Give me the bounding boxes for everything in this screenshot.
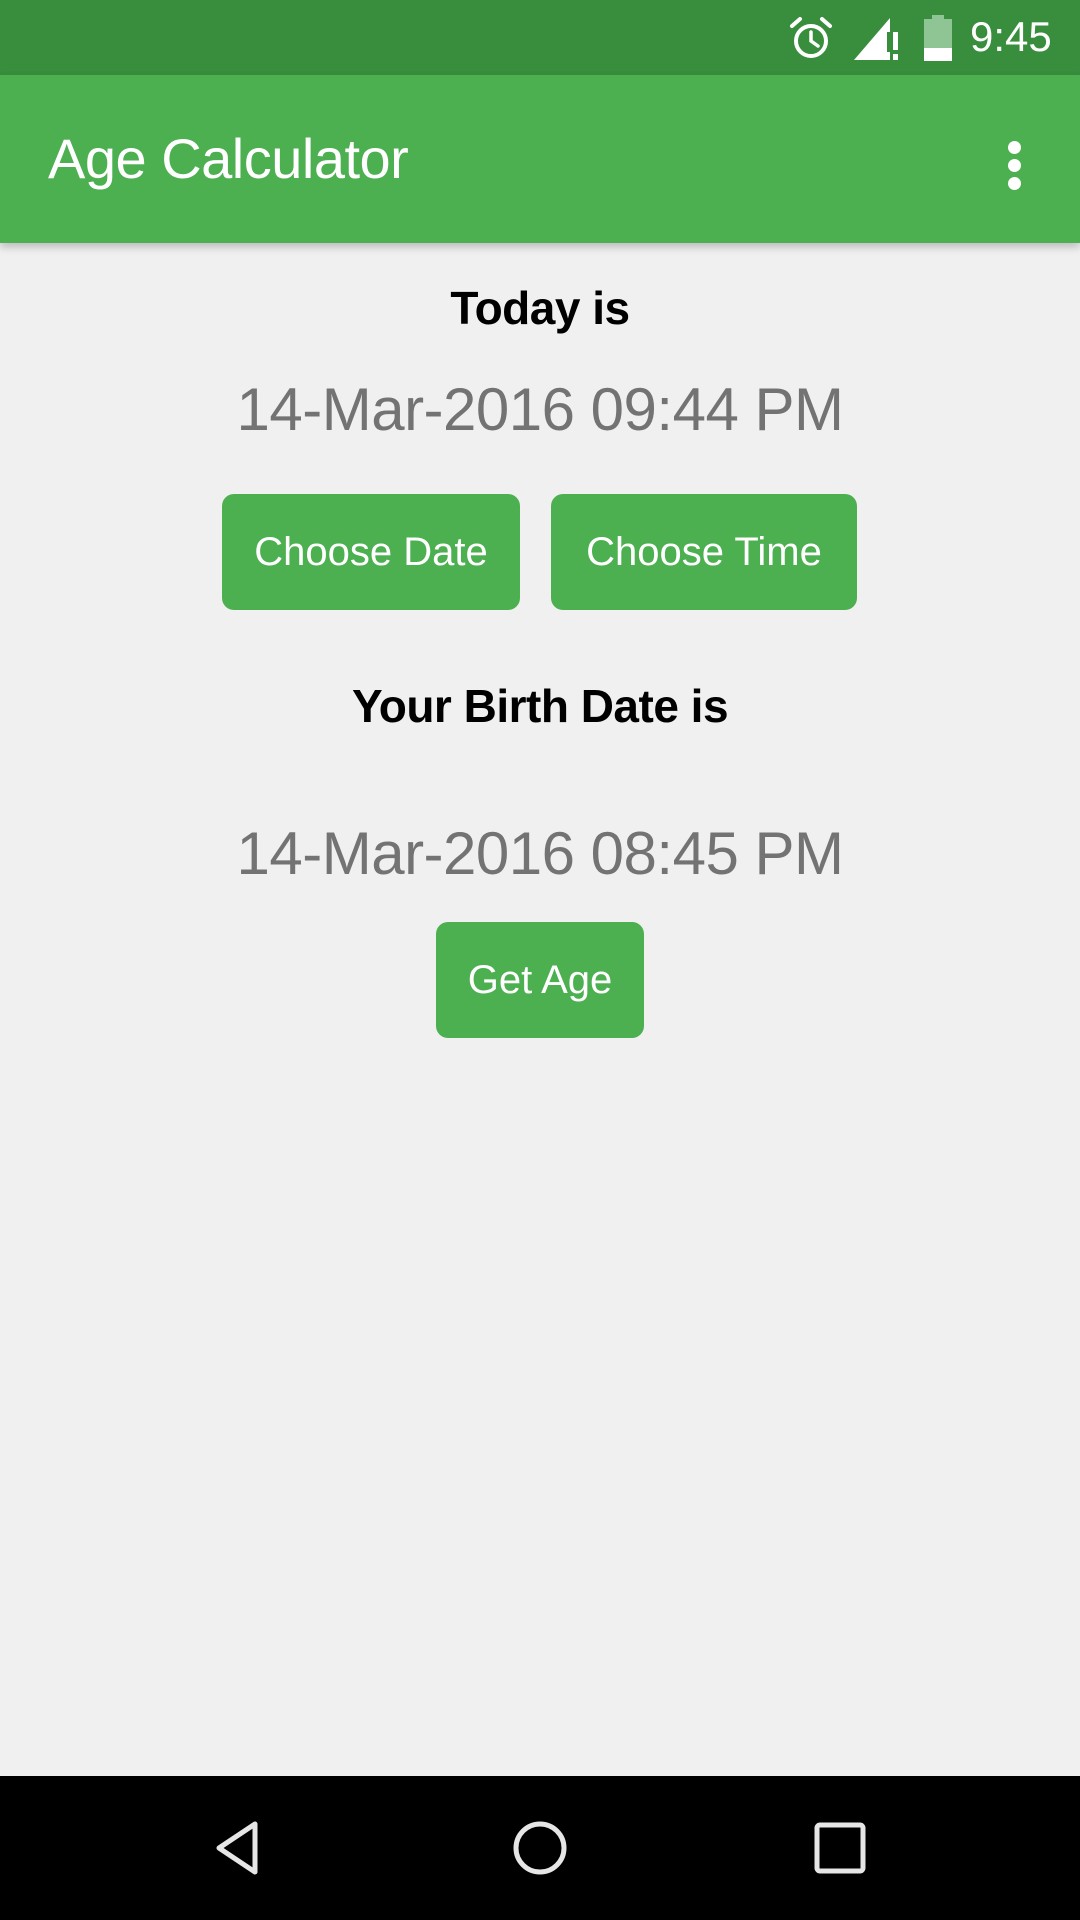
choose-time-button[interactable]: Choose Time — [551, 494, 857, 610]
recents-button[interactable] — [804, 1812, 876, 1884]
navigation-bar — [0, 1776, 1080, 1920]
recents-icon — [804, 1822, 876, 1888]
birth-date-heading: Your Birth Date is — [351, 680, 729, 732]
signal-icon — [854, 18, 900, 60]
back-icon — [202, 1821, 274, 1888]
home-icon — [504, 1821, 576, 1888]
alarm-icon — [789, 16, 833, 60]
status-bar: 9:45 — [0, 0, 1080, 75]
app-title: Age Calculator — [48, 127, 409, 190]
home-button[interactable] — [504, 1812, 576, 1884]
get-age-button[interactable]: Get Age — [436, 922, 644, 1038]
choose-date-button[interactable]: Choose Date — [222, 494, 520, 610]
birth-date-value[interactable]: 14-Mar-2016 08:45 PM — [0, 818, 1080, 890]
back-button[interactable] — [202, 1812, 274, 1884]
battery-icon — [922, 15, 954, 61]
status-time: 9:45 — [970, 13, 1052, 60]
today-date-value: 14-Mar-2016 09:44 PM — [236, 376, 845, 443]
app-toolbar: Age Calculator — [0, 75, 1080, 243]
today-heading: Today is — [450, 282, 630, 334]
more-options-button[interactable] — [984, 119, 1044, 199]
